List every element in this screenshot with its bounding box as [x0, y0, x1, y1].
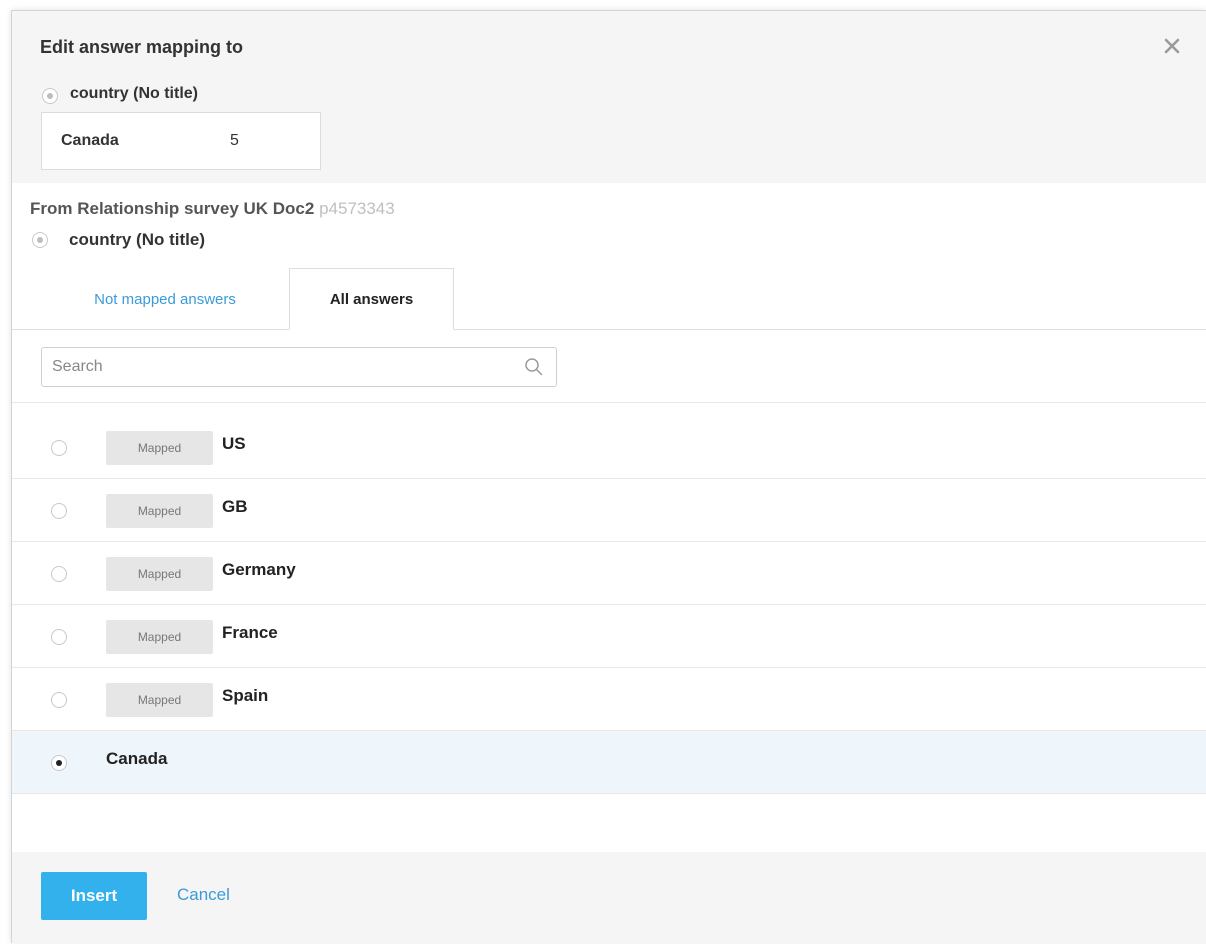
- insert-button[interactable]: Insert: [41, 872, 147, 920]
- dialog-footer: Insert Cancel: [12, 852, 1206, 944]
- source-survey-line: From Relationship survey UK Doc2 p457334…: [30, 199, 395, 219]
- answer-row-canada[interactable]: Canada: [12, 731, 1206, 794]
- search-icon[interactable]: [524, 357, 544, 377]
- answer-row-france[interactable]: Mapped France: [12, 605, 1206, 668]
- source-survey-name: From Relationship survey UK Doc2: [30, 199, 315, 218]
- search-box: [41, 347, 557, 387]
- mapped-badge: Mapped: [106, 683, 213, 717]
- answer-row-germany[interactable]: Mapped Germany: [12, 542, 1206, 605]
- close-icon[interactable]: [1160, 34, 1184, 58]
- answer-label: France: [222, 623, 278, 642]
- answer-label: Canada: [106, 749, 168, 768]
- tab-not-mapped-answers[interactable]: Not mapped answers: [50, 268, 280, 330]
- source-project-id: p4573343: [319, 199, 395, 218]
- tab-all-answers[interactable]: All answers: [289, 268, 454, 330]
- target-question-radio: [42, 88, 58, 104]
- answer-label: US: [222, 434, 246, 453]
- answer-radio[interactable]: [51, 440, 67, 456]
- answer-row-gb[interactable]: Mapped GB: [12, 479, 1206, 542]
- answer-row-spain[interactable]: Mapped Spain: [12, 668, 1206, 731]
- target-answer-code: 5: [230, 132, 239, 149]
- target-section: Edit answer mapping to country (No title…: [12, 11, 1206, 183]
- dialog-title: Edit answer mapping to: [40, 37, 244, 57]
- answer-label: Germany: [222, 560, 296, 579]
- mapped-badge: Mapped: [106, 494, 213, 528]
- answer-radio[interactable]: [51, 566, 67, 582]
- mapped-badge: Mapped: [106, 620, 213, 654]
- answer-row-us[interactable]: Mapped US: [12, 416, 1206, 479]
- source-question-label: country (No title): [69, 230, 205, 249]
- target-answer-name: Canada: [61, 132, 119, 149]
- answer-label: GB: [222, 497, 248, 516]
- answer-label: Spain: [222, 686, 269, 705]
- target-answer-box: Canada 5: [41, 112, 321, 170]
- answers-list: Mapped US Mapped GB Mapped Germany Mappe…: [12, 416, 1206, 794]
- mapped-badge: Mapped: [106, 431, 213, 465]
- search-input[interactable]: [52, 354, 502, 380]
- answer-radio-selected[interactable]: [51, 755, 67, 771]
- answer-radio[interactable]: [51, 503, 67, 519]
- mapped-badge: Mapped: [106, 557, 213, 591]
- target-question-label: country (No title): [70, 85, 198, 102]
- edit-answer-mapping-dialog: Edit answer mapping to country (No title…: [11, 10, 1206, 944]
- answer-radio[interactable]: [51, 629, 67, 645]
- source-question-radio: [32, 232, 48, 248]
- cancel-button[interactable]: Cancel: [177, 885, 230, 905]
- answer-radio[interactable]: [51, 692, 67, 708]
- list-divider: [12, 402, 1206, 403]
